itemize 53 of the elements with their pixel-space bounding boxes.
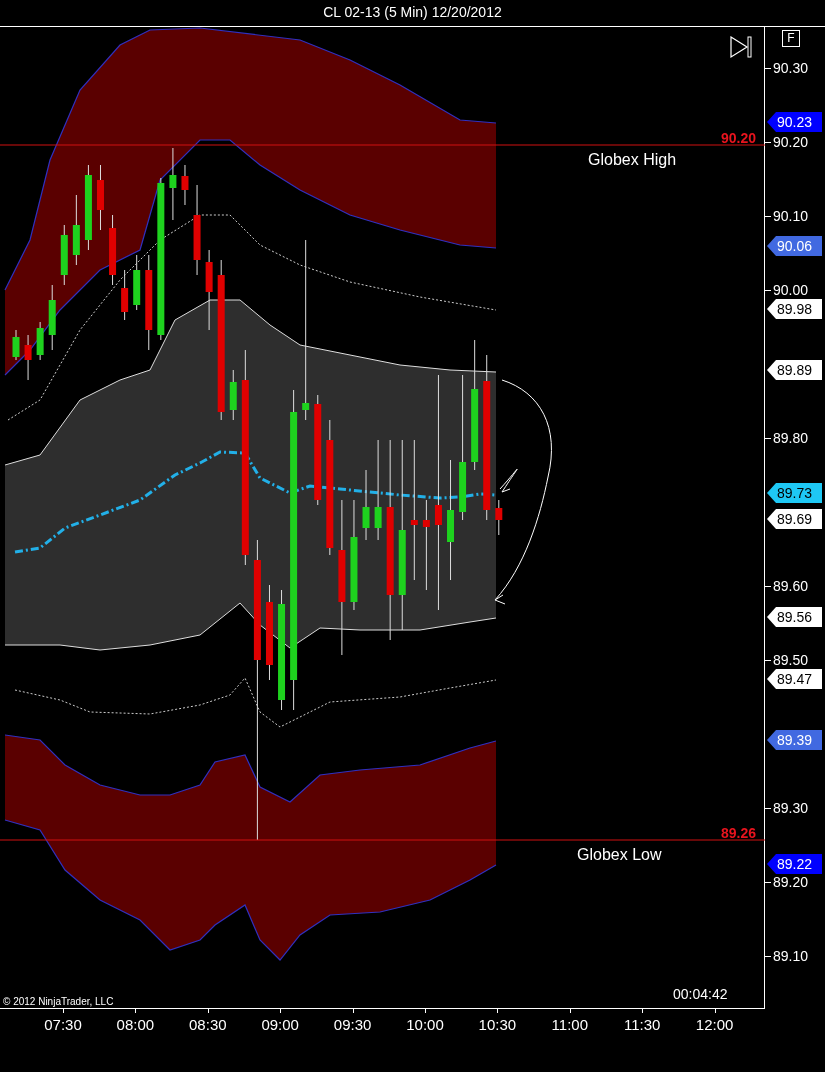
level-price-label: 90.20 <box>720 129 756 148</box>
price-tag: 89.89 <box>767 360 822 380</box>
copyright-text: © 2012 NinjaTrader, LLC <box>3 995 114 1009</box>
price-tag: 89.56 <box>767 607 822 627</box>
candlestick <box>495 499 503 536</box>
candlestick <box>229 369 237 421</box>
price-label: 89.80 <box>773 430 809 446</box>
price-label: 90.10 <box>773 208 809 224</box>
candlestick <box>181 164 189 206</box>
time-label: 11:30 <box>623 1015 661 1035</box>
candlestick <box>36 321 44 361</box>
price-label: 89.20 <box>773 874 809 890</box>
price-tag: 89.39 <box>767 730 822 750</box>
candlestick <box>24 334 32 381</box>
time-label: 08:30 <box>189 1015 227 1035</box>
candlestick <box>72 194 80 266</box>
f-button[interactable]: F <box>782 30 800 47</box>
price-tag: 90.06 <box>767 236 822 256</box>
candlestick <box>133 254 141 311</box>
time-label: 08:00 <box>116 1015 155 1035</box>
level-caption: Globex High <box>588 150 677 170</box>
scroll-end-icon[interactable] <box>730 35 752 59</box>
candlestick <box>12 329 20 361</box>
window-title: CL 02-13 (5 Min) 12/20/2012 <box>0 0 825 27</box>
time-label: 12:00 <box>695 1015 734 1035</box>
level-caption: Globex Low <box>577 845 662 865</box>
price-tag: 89.47 <box>767 669 822 689</box>
price-tag: 89.22 <box>767 854 822 874</box>
candlestick <box>121 269 129 321</box>
price-tag: 89.69 <box>767 509 822 529</box>
time-label: 10:30 <box>478 1015 517 1035</box>
candlestick <box>362 469 370 541</box>
candlestick <box>109 214 117 286</box>
price-label: 89.10 <box>773 948 809 964</box>
price-label: 90.20 <box>773 134 809 150</box>
price-label: 89.60 <box>773 578 809 594</box>
price-label: 90.30 <box>773 60 809 76</box>
price-tag: 89.73 <box>767 483 822 503</box>
bar-timer: 00:04:42 <box>673 985 728 1004</box>
price-label: 90.00 <box>773 282 809 298</box>
price-tag: 89.98 <box>767 299 822 319</box>
time-label: 09:30 <box>333 1015 372 1035</box>
time-label: 07:30 <box>44 1015 82 1035</box>
level-price-label: 89.26 <box>720 824 756 843</box>
candlestick <box>97 164 104 231</box>
candlestick <box>60 224 68 286</box>
price-label: 89.50 <box>773 652 809 668</box>
price-label: 89.30 <box>773 800 809 816</box>
time-label: 11:00 <box>551 1015 588 1035</box>
candlestick <box>48 284 56 351</box>
price-tag: 90.23 <box>767 112 822 132</box>
time-label: 10:00 <box>406 1015 444 1035</box>
time-label: 09:00 <box>261 1015 299 1035</box>
